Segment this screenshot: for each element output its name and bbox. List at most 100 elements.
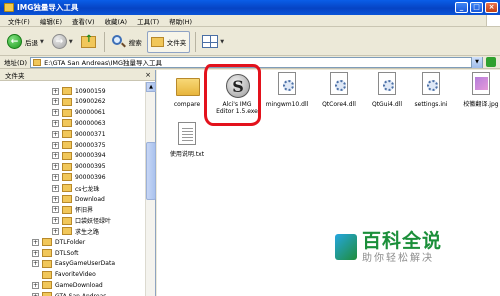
search-icon <box>111 34 126 49</box>
folder-icon <box>62 162 72 171</box>
expand-icon[interactable]: + <box>52 141 59 149</box>
address-path: E:\GTA San Andreas\IMG独量导入工具 <box>44 59 162 67</box>
folders-pane-title: 文件夹 <box>5 72 25 80</box>
vertical-scrollbar[interactable]: ▲ <box>145 82 156 296</box>
expand-icon[interactable]: + <box>52 163 59 171</box>
tree-item[interactable]: +90000371 <box>52 129 106 139</box>
tree-item-label: Download <box>75 195 105 203</box>
scrollbar-thumb[interactable] <box>146 142 156 200</box>
back-button[interactable]: ← 后退 ▼ <box>4 31 47 53</box>
watermark: 百科全说 助你轻松解决 <box>335 222 460 272</box>
expand-icon[interactable]: + <box>32 249 39 257</box>
views-button[interactable]: ▼ <box>199 31 227 53</box>
tree-item-label: 口袋妖怪绿叶 <box>75 218 112 226</box>
expand-icon[interactable]: + <box>52 184 59 192</box>
folder-icon <box>62 108 72 117</box>
expand-icon[interactable]: + <box>52 195 59 203</box>
forward-button[interactable]: → ▼ <box>49 31 76 53</box>
expand-icon[interactable]: + <box>52 130 59 138</box>
expand-icon[interactable]: + <box>32 260 39 268</box>
tree-item[interactable]: FavoriteVideo <box>32 270 96 280</box>
search-label: 搜索 <box>128 38 142 47</box>
tree-item[interactable]: + Download <box>52 194 105 204</box>
expand-icon[interactable]: + <box>52 206 59 214</box>
file-name: QtGui4.dll <box>371 101 403 108</box>
menu-tools[interactable]: 工具(T) <box>132 16 164 26</box>
folders-button[interactable]: 文件夹 <box>146 30 191 53</box>
folder-icon <box>62 97 72 106</box>
folder-icon <box>62 195 72 203</box>
tree-item[interactable]: +10900159 <box>52 86 106 96</box>
tree-item-label: 10900159 <box>75 87 106 95</box>
close-button[interactable]: × <box>485 2 498 13</box>
tree-item-label: EasyGameUserData <box>55 260 116 268</box>
folder-icon <box>42 238 52 247</box>
tree-item[interactable]: + DTLFolder <box>32 237 85 247</box>
toolbar-separator <box>195 31 197 52</box>
text-file-icon <box>176 122 198 148</box>
chevron-down-icon[interactable]: ▼ <box>69 39 73 45</box>
watermark-subtitle: 助你轻松解决 <box>362 252 434 264</box>
expand-icon[interactable]: + <box>52 152 59 160</box>
folder-icon <box>42 292 52 296</box>
tree-item[interactable]: + EasyGameUserData <box>32 259 115 269</box>
ini-file-icon <box>420 72 442 98</box>
folder-up-icon <box>80 34 96 48</box>
expand-icon[interactable]: + <box>52 217 59 225</box>
tree-item-label: 90000394 <box>75 152 106 160</box>
folder-icon <box>62 216 72 225</box>
expand-icon[interactable]: + <box>32 281 39 289</box>
file-item[interactable]: 校徽翻译.jpg <box>451 72 500 108</box>
menu-view[interactable]: 查看(V) <box>67 16 100 26</box>
search-button[interactable]: 搜索 <box>108 31 145 53</box>
folder-icon <box>62 130 72 139</box>
minimize-button[interactable]: _ <box>455 2 468 13</box>
folder-icon <box>42 281 52 290</box>
views-icon <box>202 35 219 48</box>
dll-file-icon <box>376 72 398 98</box>
tree-item[interactable]: +90000061 <box>52 108 106 118</box>
expand-icon[interactable]: + <box>32 238 39 246</box>
tree-item-label: cs七龙珠 <box>75 185 100 193</box>
tree-item[interactable]: + 怀旧界 <box>52 205 93 215</box>
tree-item[interactable]: + GameDownload <box>32 280 103 290</box>
tree-item-label: DTLFolder <box>55 238 86 246</box>
tree-item-label: 90000396 <box>75 173 106 181</box>
expand-icon[interactable]: + <box>52 227 59 235</box>
tree-item[interactable]: + cs七龙珠 <box>52 183 99 193</box>
tree-item[interactable]: + DTLSoft <box>32 248 78 258</box>
maximize-button[interactable]: □ <box>470 2 483 13</box>
tree-item[interactable]: +GTA San Andreas <box>32 291 106 296</box>
tree-item[interactable]: +90000063 <box>52 118 106 128</box>
expand-icon[interactable]: + <box>52 98 59 106</box>
expand-icon[interactable]: + <box>52 173 59 181</box>
folder-icon <box>62 227 72 236</box>
tree-item[interactable]: +90000395 <box>52 162 106 172</box>
chevron-down-icon[interactable]: ▼ <box>40 39 44 45</box>
tree-item[interactable]: +90000396 <box>52 172 106 182</box>
expand-icon[interactable]: + <box>52 109 59 117</box>
up-button[interactable] <box>78 31 99 53</box>
expand-icon[interactable]: + <box>52 87 59 95</box>
go-button[interactable] <box>486 57 496 67</box>
tree-item[interactable]: +10900262 <box>52 97 106 107</box>
file-item[interactable]: mingwm10.dll <box>257 72 317 108</box>
folder-icon <box>62 87 72 95</box>
expand-icon[interactable]: + <box>52 119 59 127</box>
menu-edit[interactable]: 编辑(E) <box>35 16 67 26</box>
menu-file[interactable]: 文件(F) <box>3 16 35 26</box>
file-item[interactable]: 使用说明.txt <box>157 122 217 158</box>
chevron-down-icon[interactable]: ▼ <box>471 56 482 68</box>
menu-help[interactable]: 帮助(H) <box>164 16 197 26</box>
tree-item-label: 怀旧界 <box>75 207 94 215</box>
tree-item[interactable]: + 求生之路 <box>52 226 99 236</box>
menu-favorites[interactable]: 收藏(A) <box>100 16 133 26</box>
scroll-up-icon[interactable]: ▲ <box>146 82 156 92</box>
tree-item[interactable]: +90000375 <box>52 140 106 150</box>
tree-item-label: GameDownload <box>55 281 103 289</box>
tree-item-label: 求生之路 <box>75 228 100 236</box>
tree-item[interactable]: +90000394 <box>52 151 106 161</box>
chevron-down-icon[interactable]: ▼ <box>220 39 224 45</box>
close-icon[interactable]: × <box>145 71 151 79</box>
tree-item[interactable]: + 口袋妖怪绿叶 <box>52 216 111 226</box>
